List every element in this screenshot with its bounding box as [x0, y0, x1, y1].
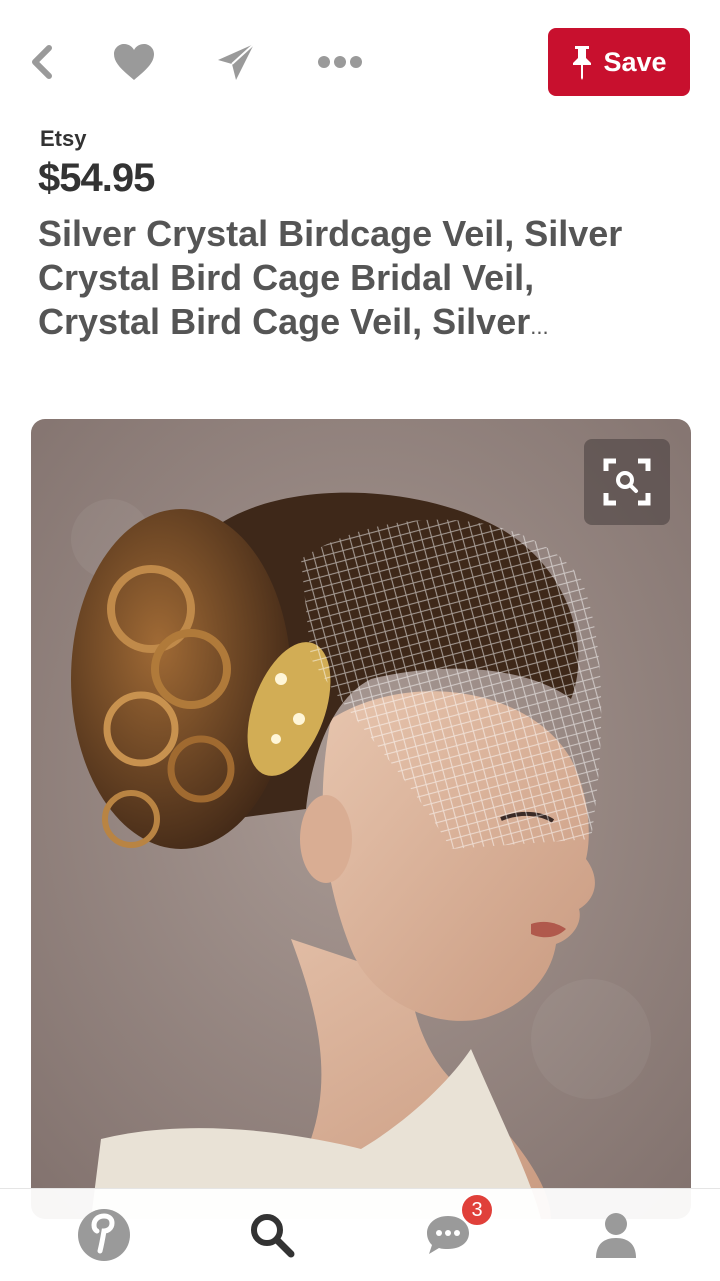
- pushpin-icon: [573, 46, 592, 80]
- save-label: Save: [603, 46, 667, 77]
- bottom-nav: 3: [0, 1188, 720, 1281]
- profile-icon[interactable]: [584, 1203, 648, 1267]
- pin-image[interactable]: [31, 419, 691, 1219]
- pin-price: $54.95: [38, 156, 155, 200]
- pin-source[interactable]: Etsy: [40, 126, 86, 152]
- search-icon[interactable]: [240, 1203, 304, 1267]
- heart-icon[interactable]: [110, 38, 158, 86]
- back-chevron-icon[interactable]: [18, 38, 66, 86]
- top-bar: Save: [0, 0, 720, 120]
- pinterest-home-icon[interactable]: [72, 1203, 136, 1267]
- messages-badge: 3: [460, 1193, 494, 1227]
- save-button[interactable]: Save: [548, 28, 690, 96]
- visual-search-icon: [603, 458, 651, 506]
- bridal-photo: [31, 419, 691, 1219]
- more-icon[interactable]: [316, 38, 364, 86]
- title-ellipsis: ...: [530, 314, 549, 339]
- pin-title[interactable]: Silver Crystal Birdcage Veil, Silver Cry…: [38, 212, 658, 349]
- send-icon[interactable]: [212, 38, 260, 86]
- visual-search-button[interactable]: [584, 439, 670, 525]
